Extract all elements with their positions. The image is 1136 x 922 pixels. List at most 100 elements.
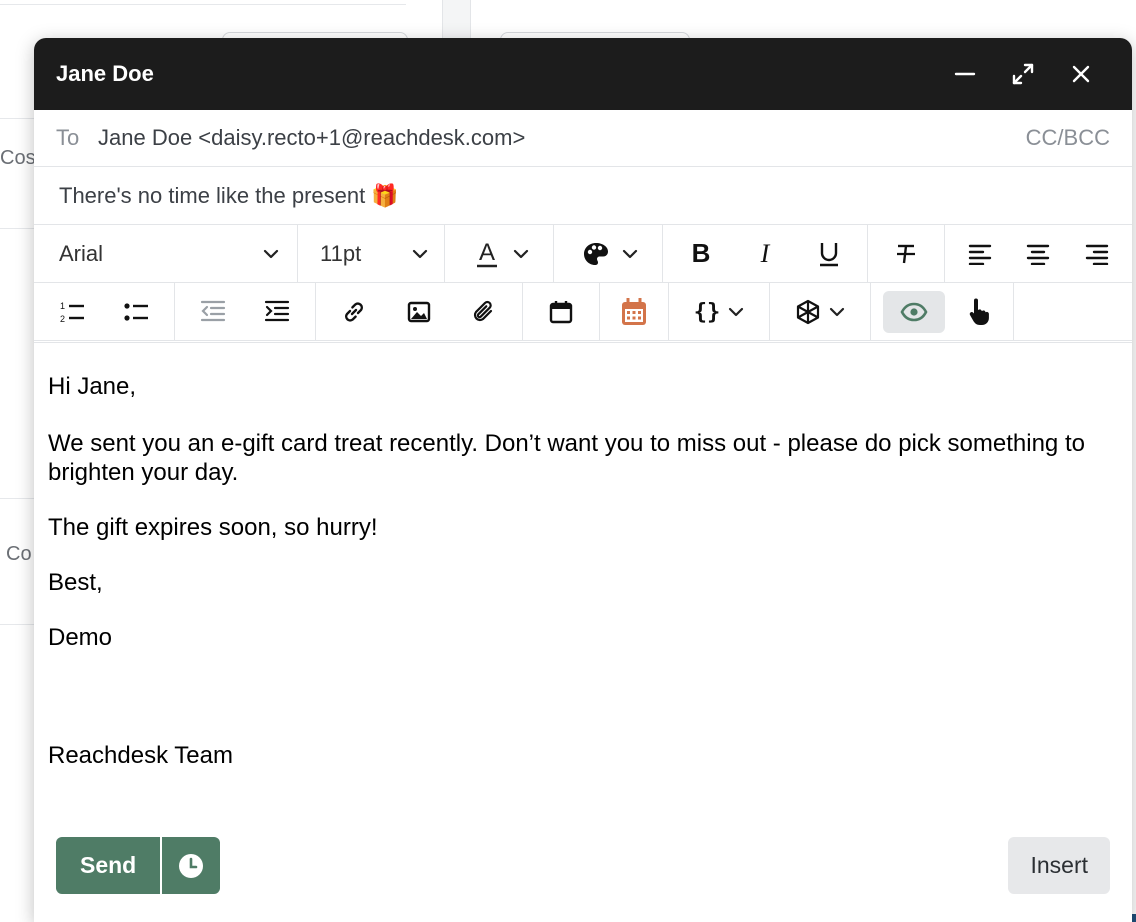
image-icon bbox=[407, 301, 431, 322]
font-family-select[interactable]: Arial bbox=[34, 225, 298, 282]
cube-icon bbox=[791, 291, 825, 333]
indent-button[interactable] bbox=[255, 291, 299, 333]
align-right-icon bbox=[1085, 244, 1109, 265]
cc-bcc-link[interactable]: CC/BCC bbox=[1026, 125, 1110, 151]
text-style-group: B I bbox=[663, 225, 868, 282]
svg-text:I: I bbox=[760, 241, 771, 267]
schedule-send-button[interactable] bbox=[162, 837, 221, 894]
calendar-grid-icon bbox=[622, 297, 646, 325]
track-opens-button[interactable] bbox=[883, 290, 945, 333]
align-center-button[interactable] bbox=[1016, 233, 1060, 275]
background-divider bbox=[0, 624, 34, 625]
align-right-button[interactable] bbox=[1075, 233, 1119, 275]
svg-text:1: 1 bbox=[60, 301, 65, 311]
background-text: Co bbox=[6, 543, 32, 565]
curly-braces-icon: {} bbox=[690, 291, 724, 333]
to-field[interactable]: Jane Doe <daisy.recto+1@reachdesk.com> bbox=[98, 125, 1026, 151]
background-text: Cos bbox=[0, 147, 36, 169]
link-button[interactable] bbox=[332, 291, 376, 333]
composer-title: Jane Doe bbox=[56, 61, 154, 86]
italic-icon: I bbox=[760, 241, 771, 267]
minimize-icon bbox=[954, 72, 976, 76]
attachment-icon bbox=[473, 300, 492, 321]
background-divider bbox=[0, 4, 406, 5]
background-divider bbox=[0, 118, 34, 119]
message-body-editor[interactable]: Hi Jane, We sent you an e-gift card trea… bbox=[34, 346, 1132, 832]
send-button[interactable]: Send bbox=[56, 837, 161, 894]
underline-icon bbox=[820, 242, 838, 266]
body-paragraph: We sent you an e-gift card treat recentl… bbox=[48, 430, 1085, 486]
to-label: To bbox=[56, 125, 80, 150]
alignment-group bbox=[945, 225, 1132, 282]
minimize-button[interactable] bbox=[936, 54, 994, 94]
link-icon bbox=[345, 301, 364, 322]
recipient-row[interactable]: To Jane Doe <daisy.recto+1@reachdesk.com… bbox=[34, 110, 1132, 167]
numbered-list-icon: 12 bbox=[60, 301, 84, 324]
indent-group bbox=[175, 283, 316, 340]
calendar-button[interactable] bbox=[523, 283, 600, 340]
font-size-select[interactable]: 11pt bbox=[298, 225, 445, 282]
chevron-down-icon bbox=[259, 233, 283, 275]
chevron-down-icon bbox=[724, 291, 748, 333]
align-center-icon bbox=[1027, 244, 1050, 265]
outdent-icon bbox=[200, 300, 226, 321]
svg-text:A: A bbox=[479, 240, 495, 266]
bold-button[interactable]: B bbox=[679, 233, 723, 275]
bold-icon: B bbox=[692, 241, 711, 267]
palette-icon bbox=[574, 233, 618, 275]
clock-icon bbox=[179, 853, 204, 878]
underline-button[interactable] bbox=[807, 233, 851, 275]
insert-media-group bbox=[316, 283, 523, 340]
strikethrough-icon bbox=[897, 244, 915, 263]
body-greeting: Hi Jane, bbox=[48, 373, 137, 400]
font-color-icon: A bbox=[465, 233, 509, 275]
background-color-button[interactable] bbox=[554, 225, 663, 282]
body-closing: Best, bbox=[48, 569, 103, 596]
chevron-down-icon bbox=[408, 233, 432, 275]
italic-button[interactable]: I bbox=[743, 233, 787, 275]
font-color-button[interactable]: A bbox=[445, 225, 554, 282]
outdent-button[interactable] bbox=[191, 291, 235, 333]
svg-text:{}: {} bbox=[694, 300, 720, 325]
font-family-value: Arial bbox=[59, 240, 104, 266]
svg-text:B: B bbox=[692, 241, 711, 267]
close-icon bbox=[1072, 65, 1090, 83]
composer-titlebar: Jane Doe bbox=[34, 38, 1132, 110]
bulleted-list-icon bbox=[124, 302, 148, 321]
align-left-icon bbox=[968, 244, 992, 265]
attachment-button[interactable] bbox=[462, 291, 506, 333]
email-composer: Jane Doe To Jane Doe <daisy.recto+1@reac… bbox=[34, 38, 1132, 922]
body-paragraph: The gift expires soon, so hurry! bbox=[48, 514, 378, 541]
integration-button[interactable] bbox=[770, 283, 871, 340]
numbered-list-button[interactable]: 12 bbox=[50, 291, 94, 333]
close-button[interactable] bbox=[1052, 54, 1110, 94]
pointer-hand-icon bbox=[969, 298, 989, 325]
strikethrough-button[interactable] bbox=[868, 225, 945, 282]
formatting-toolbar-row-2: 12 {} bbox=[34, 283, 1132, 343]
meeting-scheduler-button[interactable] bbox=[600, 283, 669, 340]
chevron-down-icon bbox=[509, 233, 533, 275]
subject-field[interactable]: There's no time like the present 🎁 bbox=[34, 167, 1132, 225]
insert-button[interactable]: Insert bbox=[1008, 837, 1110, 894]
body-signature: Reachdesk Team bbox=[48, 742, 233, 769]
chevron-down-icon bbox=[618, 233, 642, 275]
body-sender-name: Demo bbox=[48, 624, 113, 651]
variables-button[interactable]: {} bbox=[669, 283, 770, 340]
expand-icon bbox=[1012, 63, 1034, 85]
background-divider bbox=[0, 498, 34, 499]
svg-text:2: 2 bbox=[60, 314, 65, 324]
track-clicks-button[interactable] bbox=[957, 291, 1001, 333]
list-group: 12 bbox=[34, 283, 175, 340]
composer-footer: Send Insert bbox=[56, 837, 1110, 894]
align-left-button[interactable] bbox=[958, 233, 1002, 275]
indent-icon bbox=[264, 300, 290, 321]
formatting-toolbar-row-1: Arial 11pt A B I bbox=[34, 225, 1132, 283]
expand-button[interactable] bbox=[994, 54, 1052, 94]
chevron-down-icon bbox=[825, 291, 849, 333]
eye-icon bbox=[900, 302, 928, 321]
tracking-group bbox=[871, 283, 1014, 340]
bulleted-list-button[interactable] bbox=[114, 291, 158, 333]
image-button[interactable] bbox=[397, 291, 441, 333]
font-size-value: 11pt bbox=[320, 240, 362, 266]
calendar-icon bbox=[549, 300, 573, 323]
